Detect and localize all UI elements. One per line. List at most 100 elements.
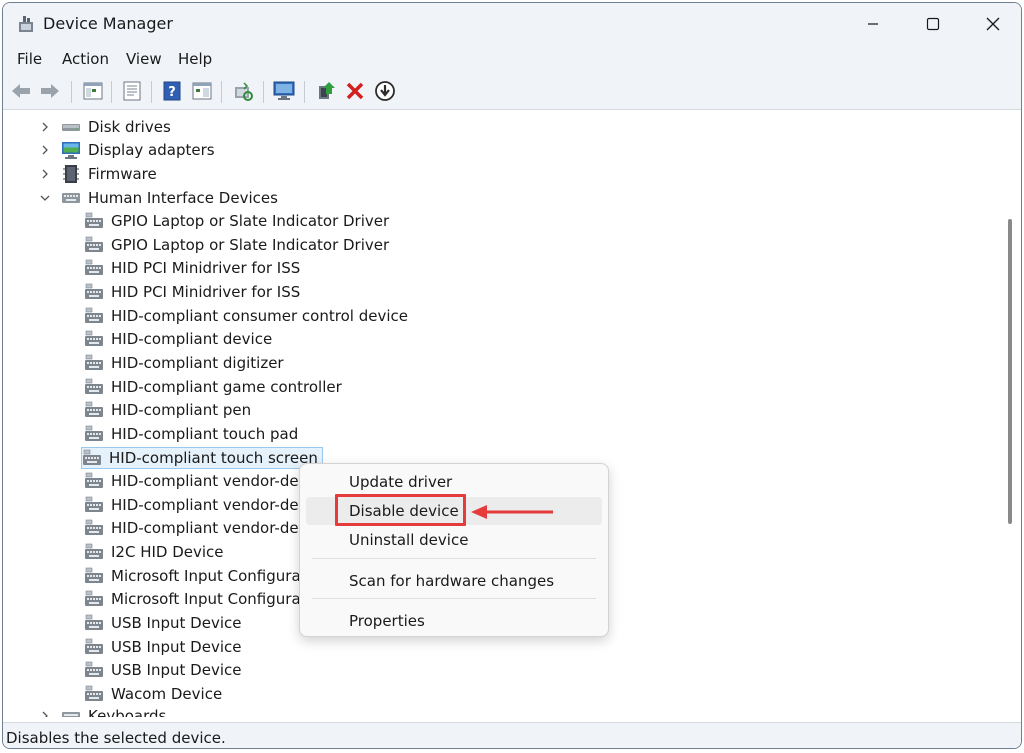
hid-device-row[interactable]: USB Input Device <box>84 636 241 658</box>
status-text: Disables the selected device. <box>6 729 226 747</box>
hid-device-label: Wacom Device <box>111 685 223 703</box>
hid-device-label: USB Input Device <box>111 614 242 632</box>
hid-device-row-selected[interactable]: HID-compliant touch screen <box>81 446 323 469</box>
device-manager-window: Device Manager File Action View Help ? D… <box>2 2 1022 749</box>
disk-drive-icon <box>62 124 80 131</box>
forward-button[interactable] <box>38 79 62 103</box>
hid-device-row[interactable]: USB Input Device <box>84 659 241 681</box>
category-label: Human Interface Devices <box>88 189 278 207</box>
menu-bar: File Action View Help <box>3 45 1021 75</box>
hid-device-icon <box>85 330 103 347</box>
firmware-icon <box>63 165 79 183</box>
hid-device-row[interactable]: Microsoft Input Configurati <box>84 588 311 610</box>
help-button[interactable]: ? <box>160 79 184 103</box>
hid-device-label: HID-compliant device <box>111 330 273 349</box>
hid-device-row[interactable]: HID-compliant device <box>84 328 272 350</box>
menu-view[interactable]: View <box>126 50 162 68</box>
tree-category-human-interface-devices[interactable]: Human Interface Devices <box>39 187 278 209</box>
tree-category-display-adapters[interactable]: Display adapters <box>39 139 215 161</box>
hid-device-row[interactable]: HID-compliant touch pad <box>84 423 298 445</box>
hid-device-row[interactable]: USB Input Device <box>84 612 241 634</box>
hid-device-icon <box>85 472 103 489</box>
hid-device-row[interactable]: HID-compliant digitizer <box>84 352 284 374</box>
context-menu-separator <box>312 558 596 559</box>
hid-device-icon <box>85 661 103 678</box>
scan-hardware-button[interactable] <box>231 79 255 103</box>
chevron-right-icon[interactable] <box>39 144 51 156</box>
chevron-right-icon[interactable] <box>39 710 51 717</box>
hid-device-label: Microsoft Input Configurati <box>111 566 311 585</box>
context-item-update-driver[interactable]: Update driver <box>306 468 602 496</box>
chevron-right-icon[interactable] <box>39 121 51 133</box>
hid-device-row[interactable]: HID-compliant pen <box>84 399 251 421</box>
vertical-scrollbar[interactable] <box>1001 113 1019 717</box>
hid-device-row[interactable]: HID-compliant game controller <box>84 376 342 398</box>
context-menu: Update driver Disable device Uninstall d… <box>299 463 609 637</box>
hid-device-row[interactable]: HID PCI Minidriver for ISS <box>84 281 300 303</box>
hid-device-row[interactable]: HID PCI Minidriver for ISS <box>84 257 300 279</box>
keyboard-icon <box>62 712 80 717</box>
toolbar-separator <box>304 81 305 103</box>
hid-device-label: HID PCI Minidriver for ISS <box>111 259 301 278</box>
close-button[interactable] <box>963 3 1021 45</box>
hid-device-label: I2C HID Device <box>111 543 224 562</box>
hid-device-icon <box>85 496 103 512</box>
hid-device-label: GPIO Laptop or Slate Indicator Driver <box>111 235 390 254</box>
hid-device-row[interactable]: HID-compliant vendor-defi <box>84 517 308 539</box>
minimize-icon <box>868 23 878 25</box>
annotation-highlight-box <box>335 494 466 526</box>
chevron-down-icon[interactable] <box>39 192 51 204</box>
disable-device-button[interactable] <box>373 79 397 103</box>
annotation-arrow-icon <box>471 505 553 519</box>
hid-device-label: HID-compliant pen <box>111 401 252 420</box>
context-item-scan-hardware[interactable]: Scan for hardware changes <box>306 567 602 595</box>
scrollbar-thumb[interactable] <box>1008 219 1012 524</box>
hid-device-label: HID-compliant touch pad <box>111 424 299 443</box>
display-adapter-icon <box>62 142 80 159</box>
hid-device-row[interactable]: HID-compliant vendor-defi <box>84 494 308 516</box>
tree-category-keyboards[interactable]: Keyboards <box>39 705 166 717</box>
hid-device-label: HID PCI Minidriver for ISS <box>111 282 301 301</box>
close-icon <box>986 17 1000 31</box>
action-pane-button[interactable] <box>190 79 214 103</box>
hid-device-label: Microsoft Input Configurati <box>111 590 311 609</box>
status-bar: Disables the selected device. <box>3 722 1021 748</box>
toolbar-separator <box>151 81 152 103</box>
maximize-button[interactable] <box>903 3 963 45</box>
console-tree-button[interactable] <box>81 79 105 103</box>
hid-device-icon <box>85 520 103 536</box>
tree-category-firmware[interactable]: Firmware <box>39 163 157 185</box>
hid-device-icon <box>85 567 103 583</box>
back-button[interactable] <box>9 79 33 103</box>
menu-action[interactable]: Action <box>62 50 109 68</box>
hid-device-row[interactable]: Microsoft Input Configurati <box>84 565 311 587</box>
update-driver-button[interactable] <box>314 79 338 103</box>
uninstall-button[interactable] <box>343 79 367 103</box>
chevron-right-icon[interactable] <box>39 168 51 180</box>
hid-device-icon <box>85 591 103 607</box>
monitor-button[interactable] <box>272 79 296 103</box>
properties-button[interactable] <box>120 79 144 103</box>
hid-device-row[interactable]: HID-compliant consumer control device <box>84 305 408 327</box>
title-bar[interactable]: Device Manager <box>3 3 1021 45</box>
hid-device-row[interactable]: GPIO Laptop or Slate Indicator Driver <box>84 210 389 232</box>
tree-category-disk-drives[interactable]: Disk drives <box>39 116 171 138</box>
category-label: Disk drives <box>88 118 171 136</box>
minimize-button[interactable] <box>843 3 903 45</box>
hid-device-row[interactable]: Wacom Device <box>84 683 222 705</box>
update-driver-icon <box>319 82 335 99</box>
context-item-properties[interactable]: Properties <box>306 607 602 635</box>
forward-arrow-icon <box>41 84 59 98</box>
hid-device-row[interactable]: GPIO Laptop or Slate Indicator Driver <box>84 234 389 256</box>
hid-device-row[interactable]: HID-compliant vendor-defi <box>84 470 308 492</box>
window-title: Device Manager <box>43 14 173 33</box>
back-arrow-icon <box>12 84 30 98</box>
menu-file[interactable]: File <box>17 50 42 68</box>
hid-device-row[interactable]: I2C HID Device <box>84 541 224 563</box>
hid-device-label: HID-compliant consumer control device <box>111 306 408 325</box>
properties-sheet-icon <box>123 81 141 101</box>
category-label: Firmware <box>88 165 157 183</box>
context-item-uninstall-device[interactable]: Uninstall device <box>306 526 602 554</box>
menu-help[interactable]: Help <box>178 50 212 68</box>
toolbar: ? <box>3 75 1021 110</box>
